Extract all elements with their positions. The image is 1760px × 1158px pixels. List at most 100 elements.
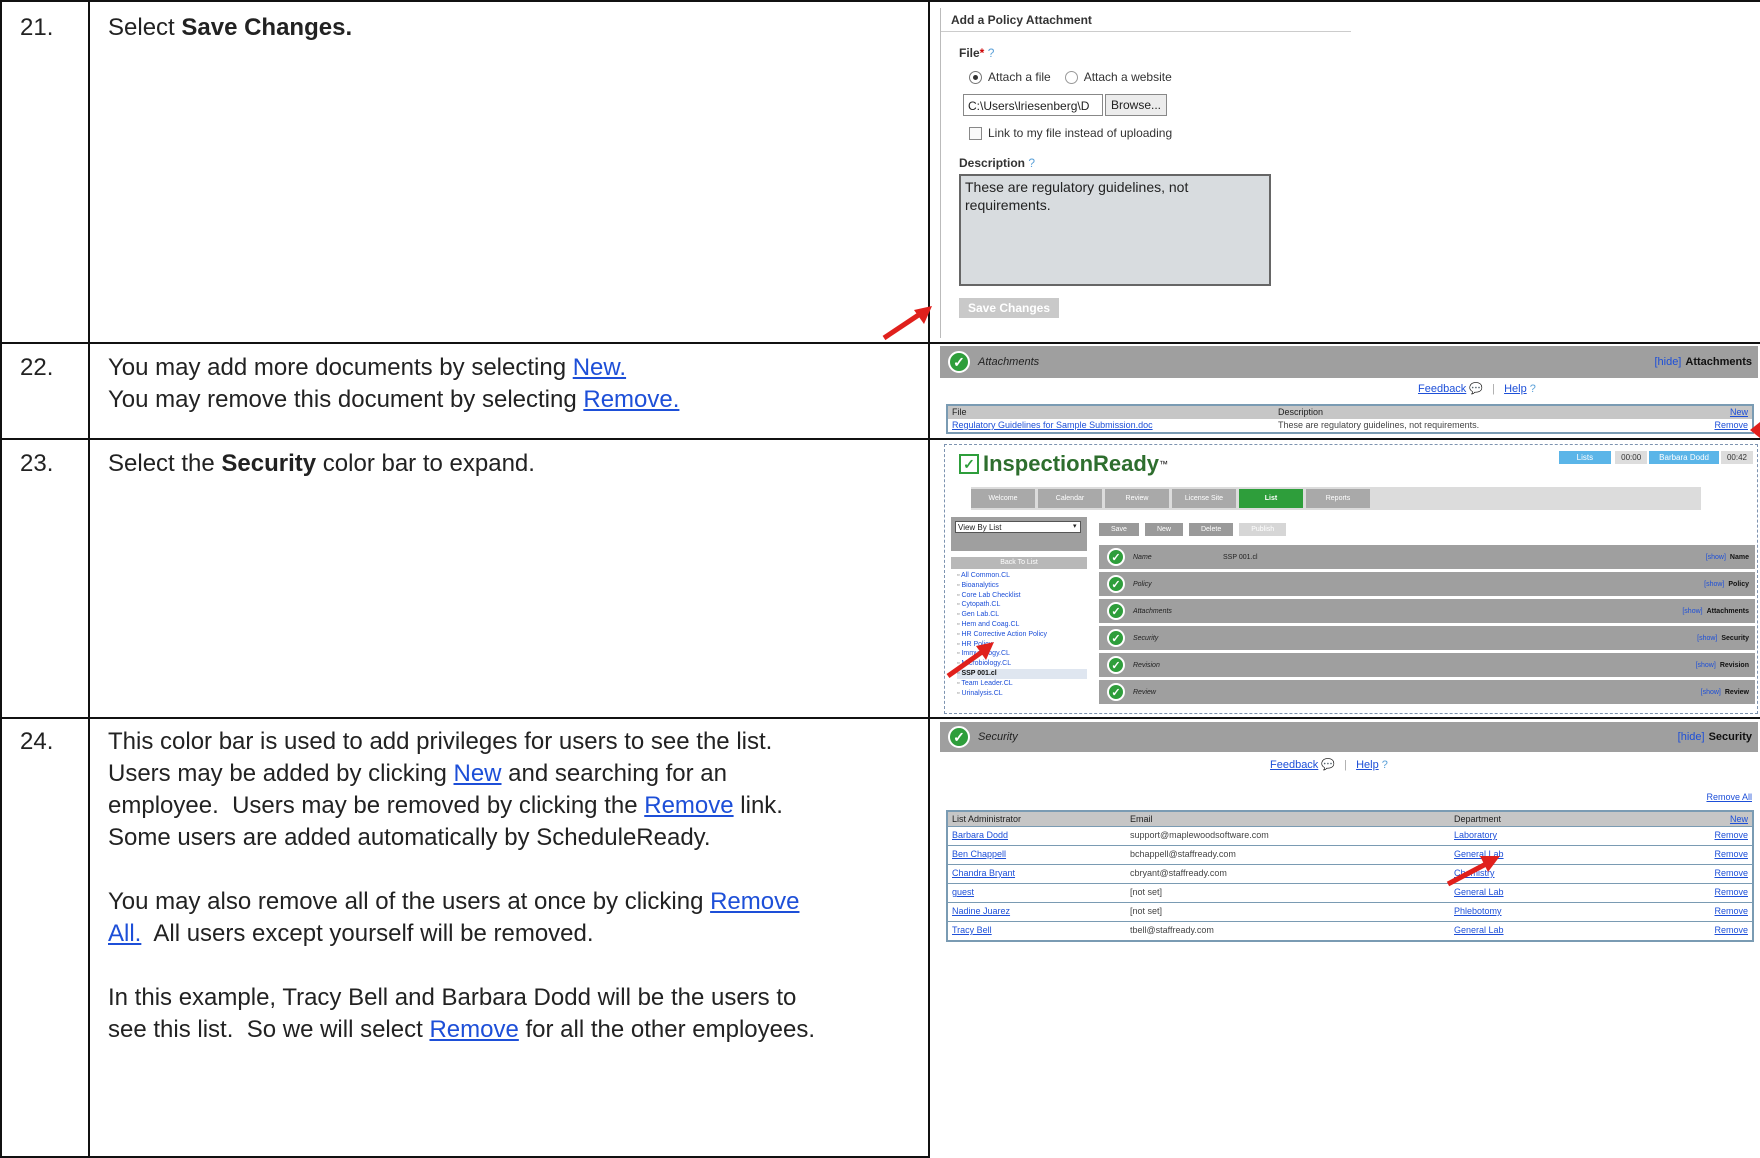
security-bar[interactable]: ✓ Security [hide] Security xyxy=(940,722,1758,752)
publish-button[interactable]: Publish xyxy=(1239,523,1287,536)
inline-link[interactable]: New xyxy=(454,760,502,787)
instruction-line: You may add more documents by selecting … xyxy=(108,352,679,384)
list-item-label: All Common.CL xyxy=(961,572,1011,579)
save-button[interactable]: Save xyxy=(1099,523,1139,536)
show-link[interactable]: [show] xyxy=(1706,554,1726,561)
tab-calendar[interactable]: Calendar xyxy=(1038,489,1102,508)
remove-link[interactable]: Remove xyxy=(1714,887,1748,897)
remove-link[interactable]: Remove xyxy=(1714,906,1748,916)
show-link[interactable]: [show] xyxy=(1704,581,1724,588)
feedback-link[interactable]: Feedback xyxy=(1418,383,1466,395)
help-link[interactable]: Help xyxy=(1356,759,1379,771)
description-textarea[interactable]: These are regulatory guidelines, not req… xyxy=(959,174,1271,286)
list-item[interactable]: ▫ All Common.CL xyxy=(957,571,1087,581)
show-link[interactable]: [show] xyxy=(1701,689,1721,696)
remove-link[interactable]: Remove xyxy=(1714,925,1748,935)
text-segment: see this list. So we will select xyxy=(108,1016,430,1043)
attachments-bar[interactable]: ✓ Attachments [hide] Attachments xyxy=(940,346,1758,378)
new-button[interactable]: New xyxy=(1144,523,1183,536)
inline-link[interactable]: Remove. xyxy=(583,386,679,413)
browse-button[interactable]: Browse... xyxy=(1105,94,1167,116)
show-link[interactable]: [show] xyxy=(1696,662,1716,669)
help-icon: ? xyxy=(1381,759,1388,771)
row-divider xyxy=(0,717,1760,719)
text-segment: All users except yourself will be remove… xyxy=(141,920,594,947)
file-link[interactable]: Regulatory Guidelines for Sample Submiss… xyxy=(952,420,1153,430)
inline-link[interactable]: All. xyxy=(108,920,141,947)
color-bars: ✓ Name SSP 001.cl [show] Name ✓ Policy [show] Po… xyxy=(1099,545,1755,707)
tab-welcome[interactable]: Welcome xyxy=(971,489,1035,508)
show-link[interactable]: [show] xyxy=(1697,635,1717,642)
bar-review[interactable]: ✓ Review [show] Review xyxy=(1099,680,1755,704)
list-item[interactable]: ▫ Gen Lab.CL xyxy=(957,610,1087,620)
radio-attach-file-label: Attach a file xyxy=(988,70,1051,84)
tab-license-site[interactable]: License Site xyxy=(1172,489,1236,508)
bar-attachments[interactable]: ✓ Attachments [show] Attachments xyxy=(1099,599,1755,623)
table-header: List Administrator Email Department New xyxy=(948,812,1752,826)
check-icon: ✓ xyxy=(1107,629,1125,647)
file-path-input[interactable]: C:\Users\lriesenberg\D xyxy=(963,94,1103,116)
instruction-line: All. All users except yourself will be r… xyxy=(108,918,815,950)
inline-link[interactable]: New. xyxy=(573,354,626,381)
radio-attach-website-label: Attach a website xyxy=(1083,70,1172,84)
user-name-link[interactable]: Chandra Bryant xyxy=(952,868,1015,878)
tab-reports[interactable]: Reports xyxy=(1306,489,1370,508)
list-item[interactable]: ▫ Hem and Coag.CL xyxy=(957,620,1087,630)
table-row: Barbara Dodd support@maplewoodsoftware.co… xyxy=(948,826,1752,845)
text-segment: color bar to expand. xyxy=(316,450,535,477)
help-link[interactable]: Help xyxy=(1504,383,1527,395)
tab-list[interactable]: List xyxy=(1239,489,1303,508)
bar-name[interactable]: ✓ Name SSP 001.cl [show] Name xyxy=(1099,545,1755,569)
delete-button[interactable]: Delete xyxy=(1188,523,1234,536)
user-name-link[interactable]: Ben Chappell xyxy=(952,849,1006,859)
bar-security[interactable]: ✓ Security [show] Security xyxy=(1099,626,1755,650)
department-link[interactable]: Laboratory xyxy=(1454,830,1497,840)
inline-link[interactable]: Remove xyxy=(710,888,799,915)
feedback-link[interactable]: Feedback xyxy=(1270,759,1318,771)
remove-all-link[interactable]: Remove All xyxy=(1706,792,1752,802)
show-link[interactable]: [show] xyxy=(1682,608,1702,615)
row-divider xyxy=(0,0,1760,2)
list-item[interactable]: ▫ Bioanalytics xyxy=(957,581,1087,591)
remove-link[interactable]: Remove xyxy=(1714,830,1748,840)
user-name-link[interactable]: Barbara Dodd xyxy=(952,830,1008,840)
inline-link[interactable]: Remove xyxy=(644,792,733,819)
remove-link[interactable]: Remove xyxy=(1714,420,1748,430)
user-name-link[interactable]: Nadine Juarez xyxy=(952,906,1010,916)
view-by-select[interactable]: View By List xyxy=(955,521,1081,533)
new-link[interactable]: New xyxy=(1730,407,1748,417)
list-item[interactable]: ▫ Urinalysis.CL xyxy=(957,689,1087,699)
table-header: File Description New xyxy=(948,406,1752,419)
users-table: List Administrator Email Department New … xyxy=(946,810,1754,942)
bar-right-label: Policy xyxy=(1728,580,1749,588)
hide-link[interactable]: [hide] xyxy=(1678,731,1705,743)
tab-review[interactable]: Review xyxy=(1105,489,1169,508)
back-to-list-button[interactable]: Back To List xyxy=(951,557,1087,569)
department-link[interactable]: Phlebotomy xyxy=(1454,906,1502,916)
department-link[interactable]: General Lab xyxy=(1454,925,1504,935)
save-changes-button[interactable]: Save Changes xyxy=(959,298,1059,318)
list-item[interactable]: ▫ Core Lab Checklist xyxy=(957,591,1087,601)
user-name-link[interactable]: guest xyxy=(952,887,974,897)
new-link[interactable]: New xyxy=(1730,814,1748,824)
list-item[interactable]: ▫ Cytopath.CL xyxy=(957,600,1087,610)
department-link[interactable]: General Lab xyxy=(1454,887,1504,897)
bar-policy[interactable]: ✓ Policy [show] Policy xyxy=(1099,572,1755,596)
instruction-text: Select the Security color bar to expand. xyxy=(108,448,535,480)
remove-link[interactable]: Remove xyxy=(1714,849,1748,859)
link-file-option: Link to my file instead of uploading xyxy=(969,126,1172,140)
bar-right-label: Security xyxy=(1721,634,1749,642)
list-item[interactable]: ▫ Team Leader.CL xyxy=(957,679,1087,689)
radio-attach-file[interactable] xyxy=(969,70,982,84)
col-administrator: List Administrator xyxy=(952,814,1022,824)
user-badge[interactable]: Barbara Dodd xyxy=(1649,451,1719,464)
remove-link[interactable]: Remove xyxy=(1714,868,1748,878)
radio-attach-website[interactable] xyxy=(1064,70,1078,84)
col-department: Department xyxy=(1454,814,1502,824)
bar-revision[interactable]: ✓ Revision [show] Revision xyxy=(1099,653,1755,677)
link-file-checkbox[interactable] xyxy=(969,126,982,140)
hide-link[interactable]: [hide] xyxy=(1654,356,1681,368)
inline-link[interactable]: Remove xyxy=(429,1016,518,1043)
user-name-link[interactable]: Tracy Bell xyxy=(952,925,992,935)
top-status: Lists 00:00 Barbara Dodd 00:42 xyxy=(1558,451,1753,464)
